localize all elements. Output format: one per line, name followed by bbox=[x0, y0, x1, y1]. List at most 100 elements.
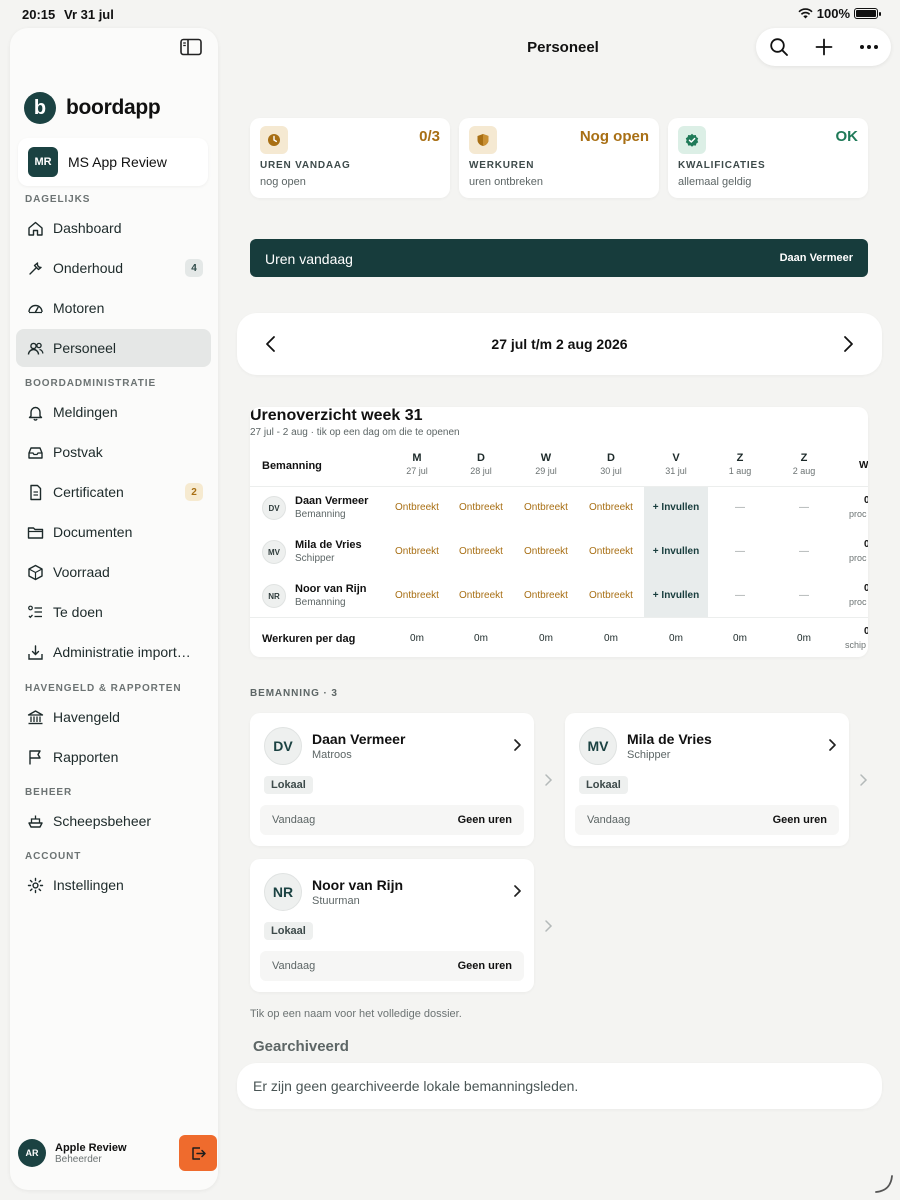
chevron-right-icon bbox=[545, 774, 553, 786]
day-header[interactable]: D 30 jul bbox=[579, 452, 643, 476]
plus-icon bbox=[815, 38, 832, 56]
section-admin: BOORDADMINISTRATIE bbox=[25, 378, 157, 389]
day-letter: V bbox=[672, 452, 680, 464]
hours-cell[interactable]: Ontbreekt bbox=[514, 502, 578, 513]
status-bar: 20:15 Vr 31 jul 100% bbox=[0, 0, 900, 28]
hours-cell[interactable]: Ontbreekt bbox=[514, 590, 578, 601]
hours-cell[interactable]: Ontbreekt bbox=[385, 546, 449, 557]
sidebar-item-dashboard[interactable]: Dashboard bbox=[16, 209, 211, 247]
hours-cell[interactable]: Ontbreekt bbox=[579, 546, 643, 557]
day-sum-partial: 0 bbox=[864, 626, 868, 637]
sidebar-item-scheepsbeheer[interactable]: Scheepsbeheer bbox=[16, 802, 211, 840]
sidebar-item-personeel[interactable]: Personeel bbox=[16, 329, 211, 367]
hours-cell[interactable]: Ontbreekt bbox=[579, 502, 643, 513]
stat-label: UREN VANDAAG bbox=[260, 160, 351, 171]
count-badge: 4 bbox=[185, 259, 203, 277]
sidebar-item-documenten[interactable]: Documenten bbox=[16, 513, 211, 551]
crew-name[interactable]: Noor van Rijn bbox=[295, 583, 367, 595]
sidebar-item-certificaten[interactable]: Certificaten 2 bbox=[16, 473, 211, 511]
sidebar-item-label: Havengeld bbox=[53, 709, 120, 725]
search-button[interactable] bbox=[766, 34, 792, 60]
sidebar-item-rapporten[interactable]: Rapporten bbox=[16, 738, 211, 776]
hours-cell[interactable]: Ontbreekt bbox=[514, 546, 578, 557]
ship-selector[interactable]: MR MS App Review bbox=[18, 138, 208, 186]
sidebar-item-label: Instellingen bbox=[53, 877, 124, 893]
crew-name[interactable]: Mila de Vries bbox=[295, 539, 362, 551]
sidebar-item-onderhoud[interactable]: Onderhoud 4 bbox=[16, 249, 211, 287]
stat-subtitle: uren ontbreken bbox=[469, 176, 543, 188]
sidebar-item-administratie-import[interactable]: Administratie import… bbox=[16, 633, 211, 671]
hours-cell[interactable]: Ontbreekt bbox=[449, 502, 513, 513]
user-profile[interactable]: AR Apple Review Beheerder bbox=[18, 1133, 217, 1173]
sidebar-item-havengeld[interactable]: Havengeld bbox=[16, 698, 211, 736]
import-icon bbox=[26, 643, 44, 661]
hours-cell[interactable]: + Invullen bbox=[644, 546, 708, 557]
stat-value: 0/3 bbox=[419, 128, 440, 145]
crew-name[interactable]: Noor van Rijn bbox=[312, 877, 403, 893]
hours-value: Geen uren bbox=[457, 814, 512, 826]
hours-cell[interactable]: Ontbreekt bbox=[579, 590, 643, 601]
sidebar-item-motoren[interactable]: Motoren bbox=[16, 289, 211, 327]
hours-cell[interactable]: Ontbreekt bbox=[385, 590, 449, 601]
wrench-icon bbox=[26, 259, 44, 277]
crew-name[interactable]: Mila de Vries bbox=[627, 731, 712, 747]
hours-cell[interactable]: + Invullen bbox=[644, 502, 708, 513]
hours-cell[interactable]: Ontbreekt bbox=[449, 590, 513, 601]
ship-icon bbox=[26, 812, 44, 830]
chevron-right-icon bbox=[860, 774, 868, 786]
hours-cell[interactable]: + Invullen bbox=[644, 590, 708, 601]
chevron-right-icon[interactable] bbox=[510, 883, 524, 899]
logout-icon bbox=[191, 1146, 206, 1160]
sidebar-item-label: Motoren bbox=[53, 300, 105, 316]
more-button[interactable] bbox=[856, 34, 882, 60]
day-header[interactable]: M 27 jul bbox=[385, 452, 449, 476]
logout-button[interactable] bbox=[179, 1135, 217, 1171]
stat-subtitle: nog open bbox=[260, 176, 306, 188]
sidebar-toggle-icon[interactable] bbox=[180, 38, 202, 56]
day-header[interactable]: V 31 jul bbox=[644, 452, 708, 476]
stat-card-werkuren[interactable]: Nog open WERKUREN uren ontbreken bbox=[459, 118, 659, 198]
avatar: NR bbox=[264, 873, 302, 911]
day-header[interactable]: D 28 jul bbox=[449, 452, 513, 476]
brand-logo: b bbox=[24, 92, 56, 124]
section-harbor: HAVENGELD & RAPPORTEN bbox=[25, 683, 182, 694]
crew-name[interactable]: Daan Vermeer bbox=[312, 731, 405, 747]
day-header[interactable]: Z 1 aug bbox=[708, 452, 772, 476]
stat-card-kwalificaties[interactable]: OK KWALIFICATIES allemaal geldig bbox=[668, 118, 868, 198]
crew-name[interactable]: Daan Vermeer bbox=[295, 495, 368, 507]
chevron-right-icon[interactable] bbox=[510, 737, 524, 753]
hours-cell-partial: 0 bbox=[864, 539, 868, 550]
hours-title: Urenoverzicht week 31 bbox=[250, 407, 423, 424]
hours-today-banner[interactable]: Uren vandaag Daan Vermeer bbox=[250, 239, 868, 277]
wifi-icon bbox=[798, 8, 813, 19]
chevron-right-icon[interactable] bbox=[825, 737, 839, 753]
sidebar-item-label: Onderhoud bbox=[53, 260, 124, 276]
battery-percent: 100% bbox=[816, 6, 850, 21]
crew-card-footer: Vandaag Geen uren bbox=[260, 805, 524, 835]
hours-cell: — bbox=[735, 546, 745, 557]
sidebar-item-te-doen[interactable]: Te doen bbox=[16, 593, 211, 631]
crew-card-mila-de-vries[interactable]: MV Mila de Vries Schipper Lokaal Vandaag… bbox=[565, 713, 849, 846]
add-button[interactable] bbox=[811, 34, 837, 60]
banner-title: Uren vandaag bbox=[265, 251, 353, 267]
sidebar-item-meldingen[interactable]: Meldingen bbox=[16, 393, 211, 431]
sidebar-item-voorraad[interactable]: Voorraad bbox=[16, 553, 211, 591]
hours-cell[interactable]: Ontbreekt bbox=[449, 546, 513, 557]
crew-card-noor-van-rijn[interactable]: NR Noor van Rijn Stuurman Lokaal Vandaag… bbox=[250, 859, 534, 992]
sidebar-item-postvak[interactable]: Postvak bbox=[16, 433, 211, 471]
day-header[interactable]: Z 2 aug bbox=[772, 452, 836, 476]
folder-icon bbox=[26, 523, 44, 541]
sidebar-item-instellingen[interactable]: Instellingen bbox=[16, 866, 211, 904]
check-shield-icon bbox=[678, 126, 706, 154]
sidebar-item-label: Meldingen bbox=[53, 404, 118, 420]
next-week-button[interactable] bbox=[838, 333, 858, 355]
day-sum: 0m bbox=[474, 633, 488, 644]
day-header[interactable]: W 29 jul bbox=[514, 452, 578, 476]
day-date: 29 jul bbox=[535, 466, 557, 476]
week-range-label: 27 jul t/m 2 aug 2026 bbox=[491, 336, 628, 352]
day-date: 31 jul bbox=[665, 466, 687, 476]
stat-card-uren-vandaag[interactable]: 0/3 UREN VANDAAG nog open bbox=[250, 118, 450, 198]
hours-cell[interactable]: Ontbreekt bbox=[385, 502, 449, 513]
crew-card-daan-vermeer[interactable]: DV Daan Vermeer Matroos Lokaal Vandaag G… bbox=[250, 713, 534, 846]
battery-icon bbox=[854, 8, 881, 19]
